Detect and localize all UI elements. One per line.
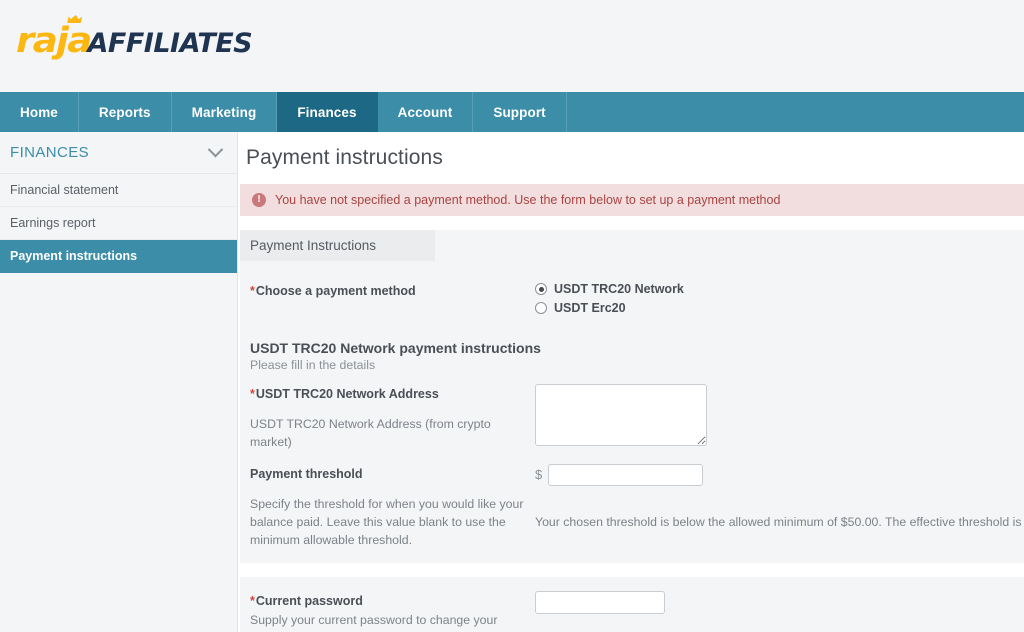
page-header: raja AFFILIATES xyxy=(0,0,1024,92)
logo-raja-label: raja xyxy=(16,21,92,61)
nav-item-support[interactable]: Support xyxy=(473,92,567,132)
required-marker: * xyxy=(250,284,255,298)
current-password-help: Supply your current password to change y… xyxy=(250,613,498,632)
choose-payment-method-label: *Choose a payment method xyxy=(250,282,525,300)
payment-threshold-label: Payment threshold xyxy=(250,466,363,481)
sidebar-item-label: Financial statement xyxy=(10,183,119,197)
network-instructions-section: USDT TRC20 Network payment instructions … xyxy=(250,340,1014,372)
current-password-row: *Current password Supply your current pa… xyxy=(250,591,1014,632)
nav-item-account-label: Account xyxy=(397,104,453,120)
payment-threshold-input[interactable] xyxy=(548,463,704,486)
main-content: Payment instructions ! You have not spec… xyxy=(238,132,1024,632)
page-title: Payment instructions xyxy=(246,146,443,169)
network-address-input[interactable] xyxy=(535,384,707,446)
network-address-row: *USDT TRC20 Network Address USDT TRC20 N… xyxy=(250,384,1014,452)
network-instructions-title: USDT TRC20 Network payment instructions xyxy=(250,340,541,356)
choose-payment-method-row: *Choose a payment method USDT TRC20 Netw… xyxy=(250,281,1014,320)
nav-item-home[interactable]: Home xyxy=(0,92,79,132)
current-password-field xyxy=(535,591,1014,615)
network-address-label-cell: *USDT TRC20 Network Address USDT TRC20 N… xyxy=(250,384,535,452)
payment-threshold-note: Your chosen threshold is below the allow… xyxy=(535,514,1024,529)
panel-heading-wrap: Payment Instructions xyxy=(240,230,1024,261)
radio-option-label: USDT TRC20 Network xyxy=(554,282,684,296)
payment-threshold-input-group: $ xyxy=(535,463,1014,486)
logo-affiliates-label: AFFILIATES xyxy=(87,28,253,59)
current-password-text: Current password xyxy=(255,594,363,609)
radio-option-usdt-erc20[interactable]: USDT Erc20 xyxy=(535,301,1014,315)
network-address-label: *USDT TRC20 Network Address xyxy=(250,385,525,403)
brand-logo[interactable]: raja AFFILIATES xyxy=(16,21,253,61)
nav-item-account[interactable]: Account xyxy=(378,92,474,132)
sidebar-section-label: FINANCES xyxy=(10,144,90,161)
radio-icon-unchecked[interactable] xyxy=(535,302,547,314)
sidebar-item-earnings-report[interactable]: Earnings report xyxy=(0,207,237,240)
main-navigation: Home Reports Marketing Finances Account … xyxy=(0,92,1024,132)
radio-option-label: USDT Erc20 xyxy=(554,301,626,315)
sidebar-section-finances[interactable]: FINANCES xyxy=(0,132,237,174)
sidebar-item-label: Payment instructions xyxy=(10,249,138,263)
current-password-label-cell: *Current password Supply your current pa… xyxy=(250,591,535,632)
nav-item-home-label: Home xyxy=(20,104,58,120)
logo-raja-text: raja xyxy=(16,21,92,61)
required-marker: * xyxy=(250,387,255,401)
error-circle-icon: ! xyxy=(252,193,266,207)
required-marker: * xyxy=(250,594,255,609)
current-password-label: *Current password xyxy=(250,592,525,610)
sidebar-item-financial-statement[interactable]: Financial statement xyxy=(0,174,237,207)
nav-item-finances-label: Finances xyxy=(297,104,357,120)
current-password-input[interactable] xyxy=(535,591,665,615)
payment-instructions-panel: Payment Instructions *Choose a payment m… xyxy=(240,230,1024,564)
radio-icon-checked[interactable] xyxy=(535,283,547,295)
nav-item-support-label: Support xyxy=(493,104,546,120)
payment-threshold-label-cell: Payment threshold Specify the threshold … xyxy=(250,464,535,550)
nav-item-reports-label: Reports xyxy=(98,104,151,120)
page-body: FINANCES Financial statement Earnings re… xyxy=(0,132,1024,632)
payment-method-radio-group: USDT TRC20 Network USDT Erc20 xyxy=(535,281,1014,315)
choose-payment-method-label-cell: *Choose a payment method xyxy=(250,281,535,300)
network-address-help: USDT TRC20 Network Address (from crypto … xyxy=(250,417,491,450)
alert-message: You have not specified a payment method.… xyxy=(275,193,781,207)
panel-heading: Payment Instructions xyxy=(240,230,435,261)
network-instructions-subtitle: Please fill in the details xyxy=(250,358,376,372)
choose-payment-method-field: USDT TRC20 Network USDT Erc20 xyxy=(535,281,1014,320)
payment-threshold-row: Payment threshold Specify the threshold … xyxy=(250,463,1024,550)
sidebar: FINANCES Financial statement Earnings re… xyxy=(0,132,238,632)
payment-threshold-field: $ Your chosen threshold is below the all… xyxy=(535,463,1024,532)
sidebar-item-label: Earnings report xyxy=(10,216,96,230)
network-address-field xyxy=(535,384,1014,449)
chevron-down-icon[interactable] xyxy=(207,141,224,158)
network-address-text: USDT TRC20 Network Address xyxy=(255,387,439,401)
crown-icon xyxy=(67,15,83,23)
current-password-body: *Current password Supply your current pa… xyxy=(240,577,1024,632)
nav-item-finances[interactable]: Finances xyxy=(277,92,378,132)
current-password-panel: *Current password Supply your current pa… xyxy=(240,577,1024,632)
currency-symbol: $ xyxy=(535,467,543,482)
payment-method-alert: ! You have not specified a payment metho… xyxy=(240,184,1024,216)
nav-item-marketing-label: Marketing xyxy=(191,104,257,120)
nav-item-marketing[interactable]: Marketing xyxy=(172,92,278,132)
sidebar-item-payment-instructions[interactable]: Payment instructions xyxy=(0,240,237,273)
choose-payment-method-text: Choose a payment method xyxy=(255,284,416,298)
nav-item-reports[interactable]: Reports xyxy=(79,92,172,132)
panel-body: *Choose a payment method USDT TRC20 Netw… xyxy=(240,261,1024,549)
radio-option-usdt-trc20[interactable]: USDT TRC20 Network xyxy=(535,282,1014,296)
payment-threshold-help: Specify the threshold for when you would… xyxy=(250,496,524,547)
